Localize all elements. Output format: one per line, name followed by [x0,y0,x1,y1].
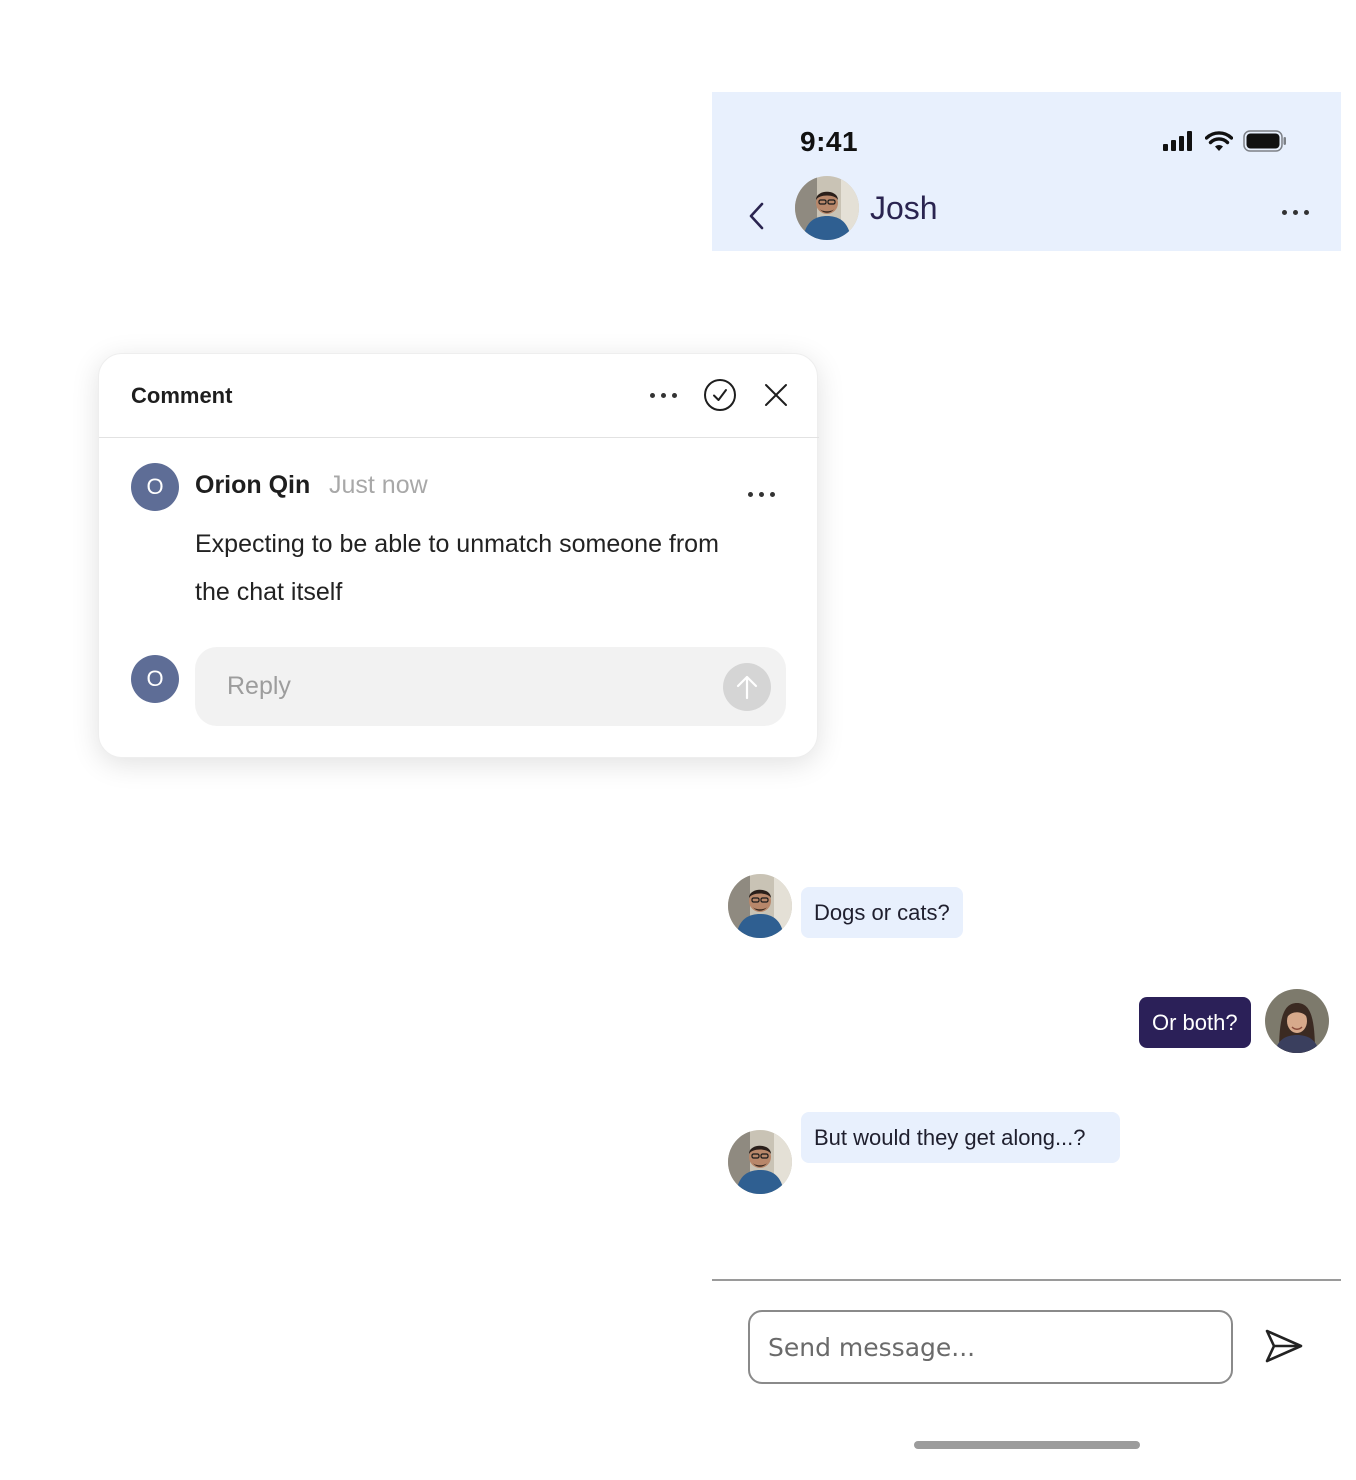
card-actions [646,378,793,412]
composer-divider [712,1279,1341,1281]
message-input[interactable] [748,1310,1233,1384]
reply-send-button[interactable] [723,663,771,711]
comment-body: Expecting to be able to unmatch someone … [195,530,719,606]
signal-icon [1163,131,1192,151]
contact-avatar [728,874,792,938]
resolve-check-icon[interactable] [703,378,737,412]
close-icon[interactable] [759,378,793,412]
back-chevron-icon [749,202,764,230]
contact-avatar [728,1130,792,1194]
reply-box [195,647,786,726]
reply-avatar: O [131,655,179,703]
card-title: Comment [131,383,233,408]
wifi-icon [1205,131,1233,151]
contact-avatar[interactable] [795,176,859,240]
comment-timestamp: Just now [329,471,428,499]
home-indicator[interactable] [914,1441,1140,1449]
status-time: 9:41 [800,126,859,157]
header-more-button[interactable] [1282,210,1309,215]
message-bubble-incoming[interactable]: But would they get along...? [801,1112,1120,1163]
arrow-up-icon [736,675,758,700]
more-icon [650,392,655,398]
author-name: Orion Qin [195,471,311,499]
more-icon [1282,210,1287,215]
status-icons [1163,130,1287,152]
author-avatar: O [131,463,179,511]
battery-icon [1243,130,1286,152]
message-bubble-incoming[interactable]: Dogs or cats? [801,887,963,938]
send-button[interactable] [1264,1328,1304,1364]
send-icon [1265,1329,1303,1363]
more-icon [748,492,753,497]
comment-more-button[interactable] [744,484,779,505]
chat-header: 9:41 Josh [712,92,1341,251]
card-divider [99,437,819,438]
card-more-button[interactable] [646,385,681,406]
back-button[interactable] [742,198,772,234]
message-bubble-outgoing[interactable]: Or both? [1139,997,1251,1048]
chat-screen: 9:41 Josh Dogs or cats? Or both? But wou… [712,92,1341,1480]
reply-input[interactable] [195,647,715,726]
comment-card: Comment O Orion Qin Just now Expecting t… [98,353,819,758]
user-avatar [1265,989,1329,1053]
contact-name: Josh [870,190,938,226]
